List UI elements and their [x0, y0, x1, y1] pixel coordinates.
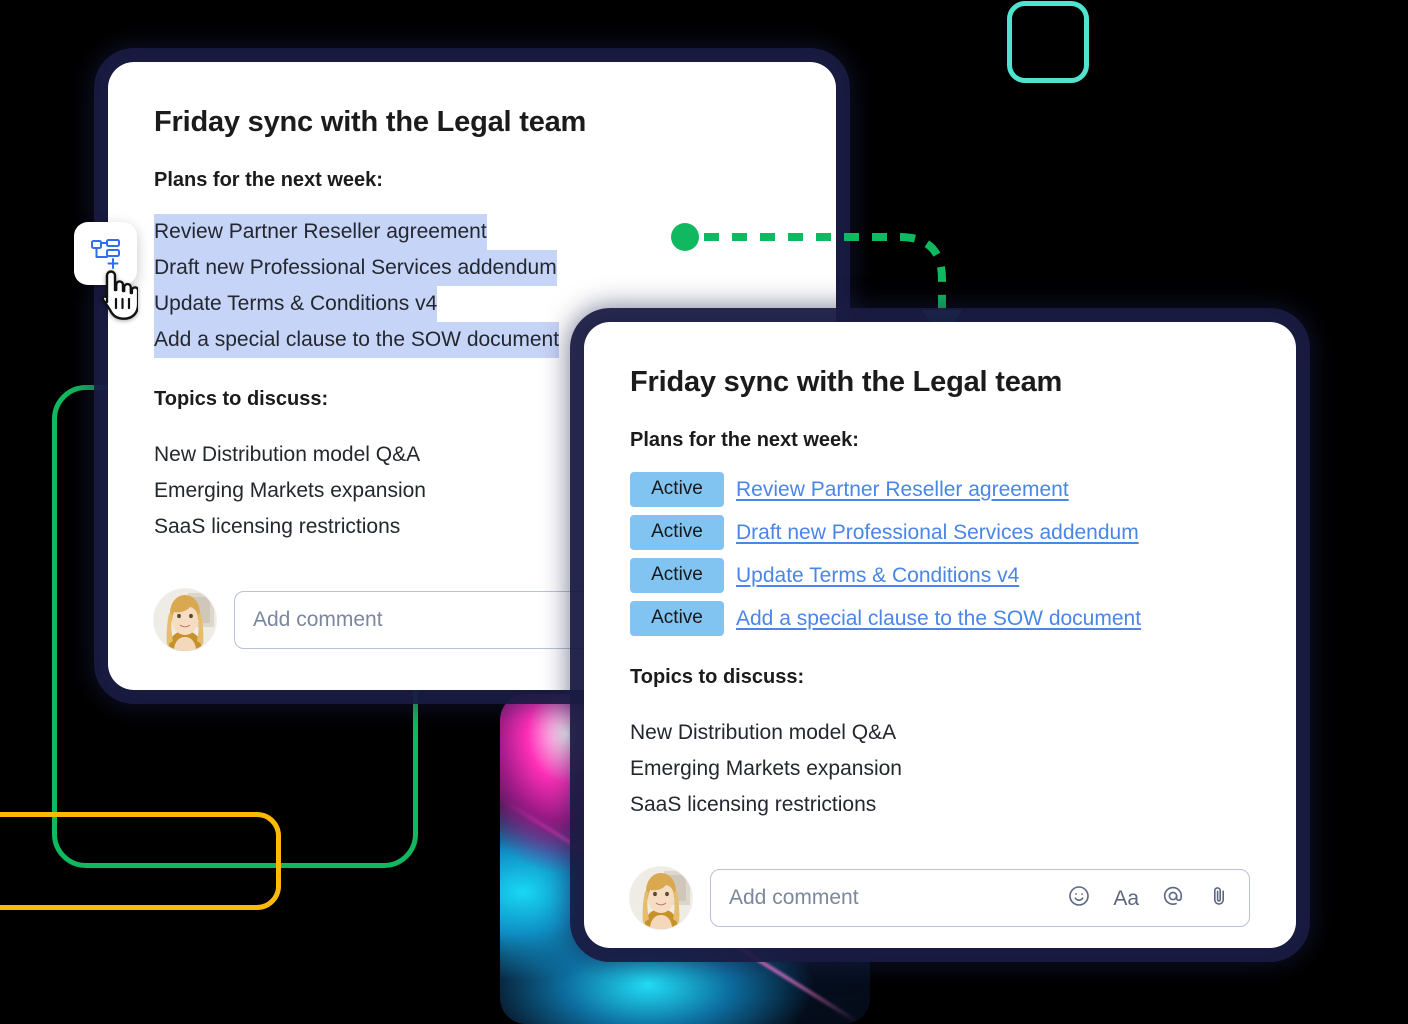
- plan-list-active: Active Review Partner Reseller agreement…: [630, 472, 1250, 636]
- comment-toolbar: Aa: [1067, 884, 1231, 913]
- list-item[interactable]: Active Update Terms & Conditions v4: [630, 558, 1250, 593]
- screenshot-stage: Friday sync with the Legal team Plans fo…: [0, 0, 1408, 1024]
- topics-heading: Topics to discuss:: [630, 666, 805, 688]
- page-title: Friday sync with the Legal team: [630, 366, 1063, 398]
- teal-rounded-square-outline: [1007, 1, 1089, 83]
- comment-bar: Add comment Aa: [630, 867, 1250, 929]
- plan-text: Review Partner Reseller agreement: [154, 214, 487, 250]
- status-badge: Active: [630, 472, 724, 507]
- comment-placeholder: Add comment: [729, 886, 859, 909]
- topics-list: New Distribution model Q&A Emerging Mark…: [630, 715, 1250, 823]
- status-badge: Active: [630, 558, 724, 593]
- comment-input[interactable]: Add comment Aa: [710, 869, 1250, 927]
- plan-text: Update Terms & Conditions v4: [154, 286, 438, 322]
- topic-item: Emerging Markets expansion: [630, 757, 902, 780]
- task-link[interactable]: Review Partner Reseller agreement: [736, 478, 1069, 502]
- status-badge: Active: [630, 515, 724, 550]
- task-link[interactable]: Add a special clause to the SOW document: [736, 607, 1141, 631]
- topic-item: SaaS licensing restrictions: [630, 793, 877, 816]
- status-badge: Active: [630, 601, 724, 636]
- attachment-icon[interactable]: [1207, 884, 1231, 913]
- avatar: [154, 589, 216, 651]
- yellow-rounded-rect-outline: [0, 812, 281, 910]
- list-item[interactable]: Active Review Partner Reseller agreement: [630, 472, 1250, 507]
- list-item[interactable]: Active Draft new Professional Services a…: [630, 515, 1250, 550]
- avatar: [630, 867, 692, 929]
- connector-start-dot: [671, 223, 699, 251]
- plan-text: Draft new Professional Services addendum: [154, 250, 557, 286]
- page-title: Friday sync with the Legal team: [154, 106, 587, 138]
- format-text-icon[interactable]: Aa: [1113, 888, 1139, 909]
- task-link[interactable]: Draft new Professional Services addendum: [736, 521, 1139, 545]
- plan-text: Add a special clause to the SOW document: [154, 322, 560, 358]
- mention-icon[interactable]: [1161, 884, 1185, 913]
- note-card-result[interactable]: Friday sync with the Legal team Plans fo…: [584, 322, 1296, 948]
- emoji-icon[interactable]: [1067, 884, 1091, 913]
- plans-heading: Plans for the next week:: [154, 169, 383, 191]
- topic-item: New Distribution model Q&A: [630, 721, 897, 744]
- plans-heading: Plans for the next week:: [630, 429, 859, 451]
- pointing-hand-cursor: [101, 270, 138, 320]
- task-link[interactable]: Update Terms & Conditions v4: [736, 564, 1019, 588]
- list-item[interactable]: Active Add a special clause to the SOW d…: [630, 601, 1250, 636]
